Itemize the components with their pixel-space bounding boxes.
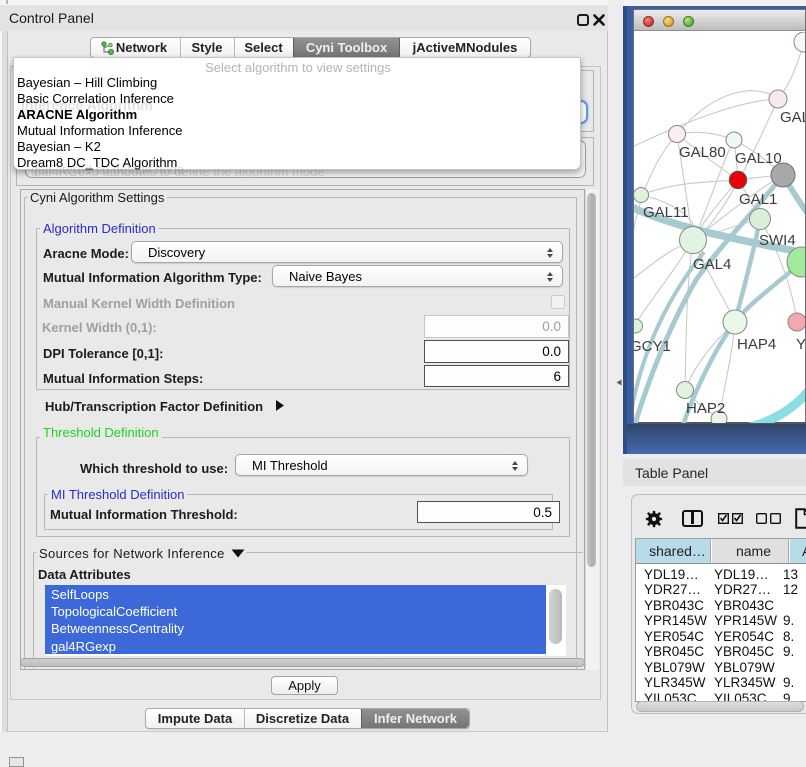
svg-text:GAL4: GAL4 [693, 256, 731, 273]
svg-text:GAL: GAL [780, 109, 805, 126]
svg-text:GAL10: GAL10 [735, 150, 782, 167]
svg-text:Y: Y [796, 336, 805, 353]
svg-text:GAL80: GAL80 [679, 144, 726, 161]
svg-text:GAL11: GAL11 [643, 204, 689, 221]
svg-text:HAP4: HAP4 [737, 336, 776, 353]
svg-text:GCY1: GCY1 [634, 338, 671, 355]
svg-text:GAL1: GAL1 [739, 191, 777, 208]
svg-text:SWI4: SWI4 [759, 232, 796, 249]
svg-text:HAP2: HAP2 [686, 400, 725, 417]
